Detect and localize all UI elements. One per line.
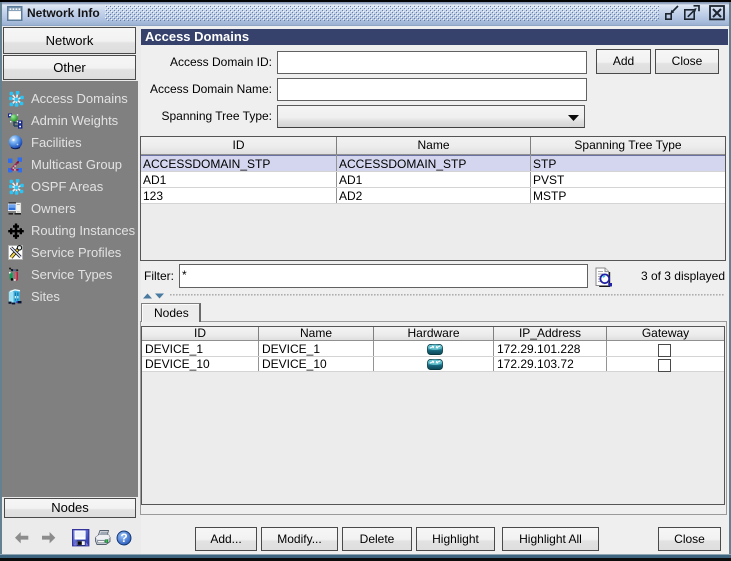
svg-text:?: ? [120,531,127,545]
